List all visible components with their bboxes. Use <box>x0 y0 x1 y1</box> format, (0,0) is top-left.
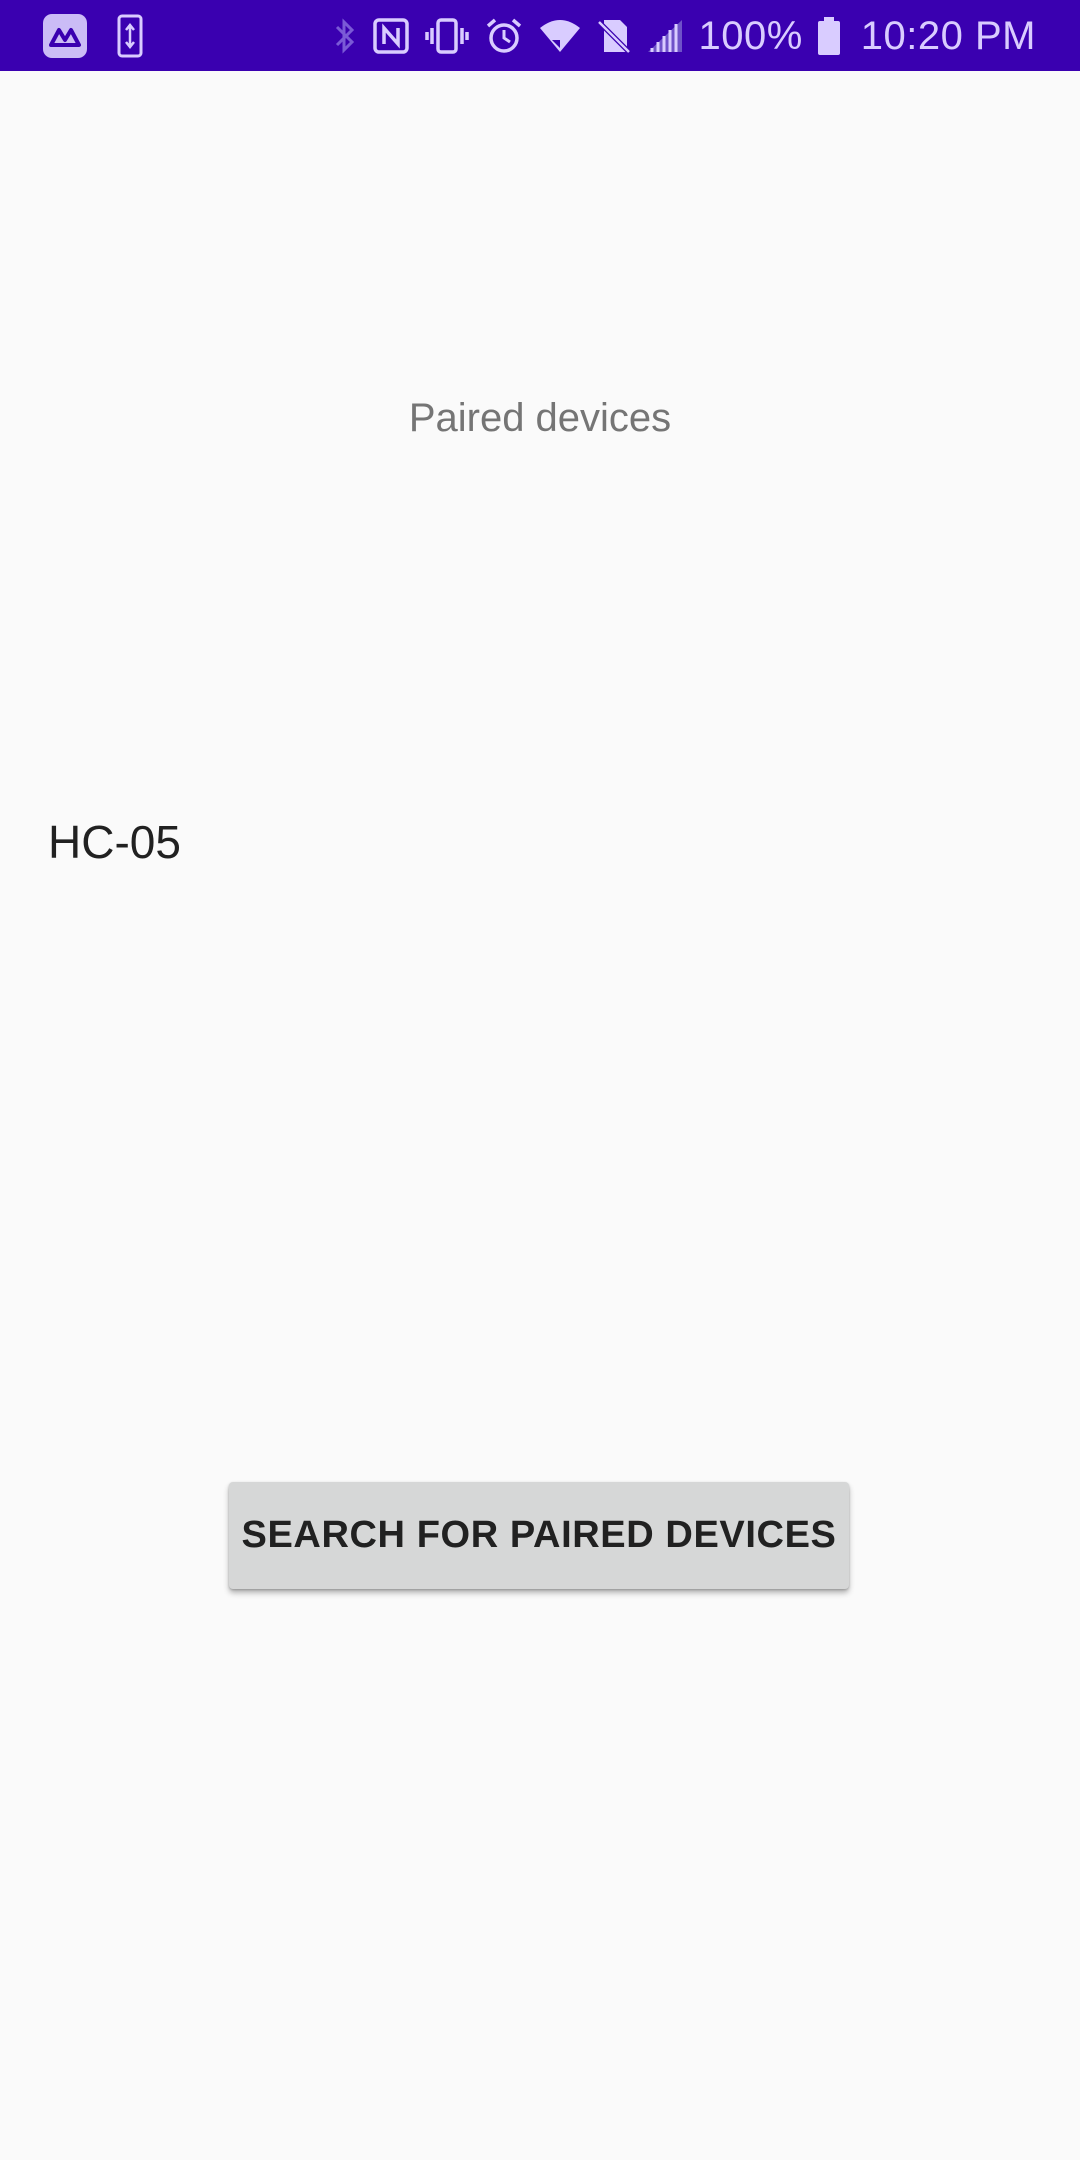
status-bar: 100% 10:20 PM <box>0 0 1080 71</box>
battery-icon <box>817 16 841 56</box>
device-list-item[interactable]: HC-05 <box>48 812 1032 872</box>
page-title: Paired devices <box>408 396 672 440</box>
vibrate-icon <box>424 16 470 56</box>
paired-device-list: HC-05 <box>48 812 1032 872</box>
status-bar-right: 100% 10:20 PM <box>332 8 1036 64</box>
status-time: 10:20 PM <box>860 13 1036 58</box>
wifi-icon <box>538 18 582 54</box>
bluetooth-icon <box>332 16 358 56</box>
signal-icon <box>646 18 684 54</box>
nfc-icon <box>372 17 410 55</box>
alarm-icon <box>484 16 524 56</box>
search-paired-devices-button[interactable]: SEARCH FOR PAIRED DEVICES <box>229 1482 849 1589</box>
app-screen: 100% 10:20 PM Paired devices HC-05 SEARC… <box>0 0 1080 2160</box>
battery-percentage: 100% <box>698 13 803 58</box>
no-sim-icon <box>596 16 632 56</box>
app-logo-icon <box>42 13 88 59</box>
status-bar-left <box>42 12 144 60</box>
phone-transfer-icon <box>116 13 144 59</box>
